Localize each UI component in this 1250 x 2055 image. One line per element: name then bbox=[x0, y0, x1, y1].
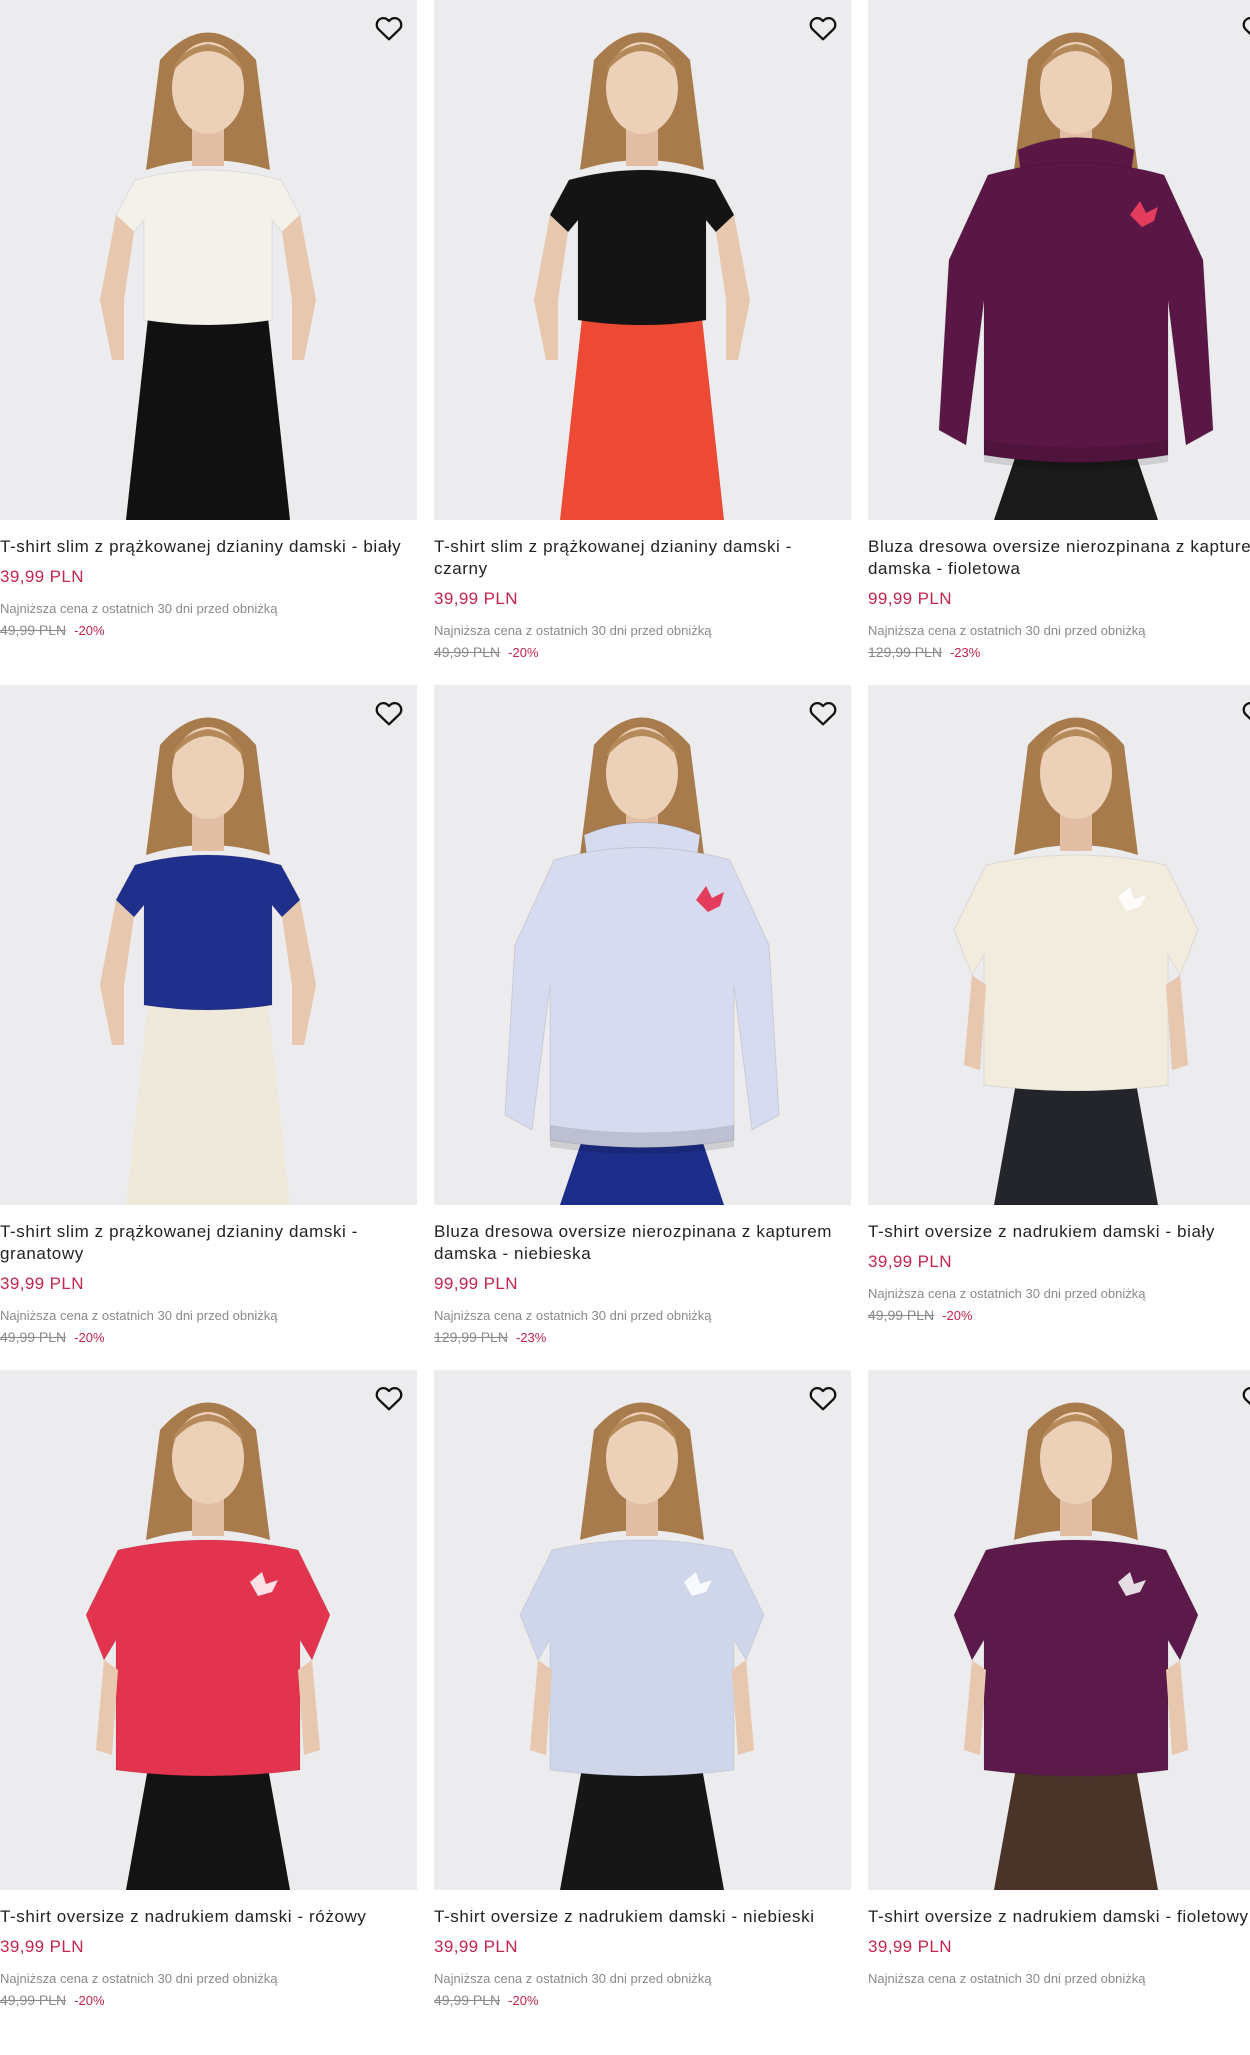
product-price: 39,99 PLN bbox=[0, 1937, 84, 1956]
product-card[interactable]: T-shirt slim z prążkowanej dzianiny dams… bbox=[0, 0, 417, 685]
lowest-price-note: Najniższa cena z ostatnich 30 dni przed … bbox=[434, 1971, 712, 1986]
old-price: 49,99 PLN bbox=[868, 1307, 935, 1323]
product-photo[interactable] bbox=[434, 685, 851, 1205]
product-price: 39,99 PLN bbox=[868, 1252, 952, 1271]
product-title[interactable]: Bluza dresowa oversize nierozpinana z ka… bbox=[434, 1221, 843, 1265]
product-info: T-shirt oversize z nadrukiem damski - bi… bbox=[868, 1205, 1250, 1325]
product-title[interactable]: T-shirt slim z prążkowanej dzianiny dams… bbox=[0, 1221, 409, 1265]
product-title[interactable]: T-shirt oversize z nadrukiem damski - fi… bbox=[868, 1906, 1250, 1928]
product-title[interactable]: T-shirt oversize z nadrukiem damski - ró… bbox=[0, 1906, 409, 1928]
old-price: 49,99 PLN bbox=[434, 644, 501, 660]
old-price-line: 129,99 PLN -23% bbox=[434, 1328, 843, 1347]
product-info: T-shirt slim z prążkowanej dzianiny dams… bbox=[0, 1205, 417, 1347]
product-info: Bluza dresowa oversize nierozpinana z ka… bbox=[434, 1205, 851, 1347]
lowest-price-note: Najniższa cena z ostatnich 30 dni przed … bbox=[434, 623, 712, 638]
product-price: 39,99 PLN bbox=[0, 1274, 84, 1293]
product-info: T-shirt slim z prążkowanej dzianiny dams… bbox=[0, 520, 417, 640]
product-photo[interactable] bbox=[868, 685, 1250, 1205]
product-card[interactable]: T-shirt oversize z nadrukiem damski - bi… bbox=[868, 685, 1250, 1370]
lowest-price-note: Najniższa cena z ostatnich 30 dni przed … bbox=[868, 1971, 1146, 1986]
old-price: 49,99 PLN bbox=[0, 622, 67, 638]
old-price-line: 49,99 PLN -20% bbox=[868, 1306, 1250, 1325]
product-title[interactable]: T-shirt slim z prążkowanej dzianiny dams… bbox=[0, 536, 409, 558]
old-price: 49,99 PLN bbox=[0, 1329, 67, 1345]
lowest-price-note: Najniższa cena z ostatnich 30 dni przed … bbox=[868, 623, 1146, 638]
lowest-price-note: Najniższa cena z ostatnich 30 dni przed … bbox=[434, 1308, 712, 1323]
product-card[interactable]: T-shirt oversize z nadrukiem damski - ró… bbox=[0, 1370, 417, 2055]
heart-outline-icon[interactable] bbox=[369, 8, 409, 48]
product-price: 99,99 PLN bbox=[434, 1274, 518, 1293]
old-price-line: 49,99 PLN -20% bbox=[0, 621, 409, 640]
old-price-line bbox=[868, 1991, 1250, 2010]
discount-badge: -20% bbox=[508, 645, 539, 660]
old-price-line: 49,99 PLN -20% bbox=[0, 1991, 409, 2010]
discount-badge: -20% bbox=[74, 623, 105, 638]
lowest-price-note: Najniższa cena z ostatnich 30 dni przed … bbox=[0, 601, 278, 616]
discount-badge: -20% bbox=[508, 1993, 539, 2008]
old-price-line: 49,99 PLN -20% bbox=[0, 1328, 409, 1347]
old-price: 49,99 PLN bbox=[434, 1992, 501, 2008]
product-photo[interactable] bbox=[868, 1370, 1250, 1890]
product-photo[interactable] bbox=[0, 0, 417, 520]
discount-badge: -20% bbox=[942, 1308, 973, 1323]
product-photo[interactable] bbox=[0, 1370, 417, 1890]
product-info: T-shirt oversize z nadrukiem damski - fi… bbox=[868, 1890, 1250, 2010]
product-photo[interactable] bbox=[434, 0, 851, 520]
lowest-price-note: Najniższa cena z ostatnich 30 dni przed … bbox=[0, 1971, 278, 1986]
discount-badge: -20% bbox=[74, 1993, 105, 2008]
discount-badge: -23% bbox=[515, 1330, 547, 1345]
product-card[interactable]: T-shirt oversize z nadrukiem damski - fi… bbox=[868, 1370, 1250, 2055]
product-price: 39,99 PLN bbox=[868, 1937, 952, 1956]
discount-badge: -20% bbox=[74, 1330, 105, 1345]
old-price-line: 129,99 PLN -23% bbox=[868, 643, 1250, 662]
heart-outline-icon[interactable] bbox=[369, 1378, 409, 1418]
heart-outline-icon[interactable] bbox=[1236, 1378, 1250, 1418]
product-card[interactable]: T-shirt slim z prążkowanej dzianiny dams… bbox=[434, 0, 851, 685]
product-price: 99,99 PLN bbox=[868, 589, 952, 608]
product-title[interactable]: T-shirt oversize z nadrukiem damski - bi… bbox=[868, 1221, 1250, 1243]
old-price: 49,99 PLN bbox=[0, 1992, 67, 2008]
lowest-price-note: Najniższa cena z ostatnich 30 dni przed … bbox=[868, 1286, 1146, 1301]
product-grid: T-shirt slim z prążkowanej dzianiny dams… bbox=[0, 0, 1250, 2055]
product-price: 39,99 PLN bbox=[434, 589, 518, 608]
product-price: 39,99 PLN bbox=[434, 1937, 518, 1956]
product-title[interactable]: T-shirt slim z prążkowanej dzianiny dams… bbox=[434, 536, 843, 580]
product-card[interactable]: T-shirt slim z prążkowanej dzianiny dams… bbox=[0, 685, 417, 1370]
product-photo[interactable] bbox=[868, 0, 1250, 520]
heart-outline-icon[interactable] bbox=[1236, 693, 1250, 733]
heart-outline-icon[interactable] bbox=[803, 1378, 843, 1418]
product-info: T-shirt slim z prążkowanej dzianiny dams… bbox=[434, 520, 851, 662]
product-info: T-shirt oversize z nadrukiem damski - ni… bbox=[434, 1890, 851, 2010]
product-card[interactable]: Bluza dresowa oversize nierozpinana z ka… bbox=[868, 0, 1250, 685]
old-price-line: 49,99 PLN -20% bbox=[434, 643, 843, 662]
product-info: T-shirt oversize z nadrukiem damski - ró… bbox=[0, 1890, 417, 2010]
lowest-price-note: Najniższa cena z ostatnich 30 dni przed … bbox=[0, 1308, 278, 1323]
product-photo[interactable] bbox=[0, 685, 417, 1205]
product-card[interactable]: Bluza dresowa oversize nierozpinana z ka… bbox=[434, 685, 851, 1370]
discount-badge: -23% bbox=[949, 645, 981, 660]
heart-outline-icon[interactable] bbox=[803, 8, 843, 48]
heart-outline-icon[interactable] bbox=[369, 693, 409, 733]
heart-outline-icon[interactable] bbox=[803, 693, 843, 733]
product-card[interactable]: T-shirt oversize z nadrukiem damski - ni… bbox=[434, 1370, 851, 2055]
product-info: Bluza dresowa oversize nierozpinana z ka… bbox=[868, 520, 1250, 662]
old-price-line: 49,99 PLN -20% bbox=[434, 1991, 843, 2010]
old-price: 129,99 PLN bbox=[868, 644, 942, 660]
product-price: 39,99 PLN bbox=[0, 567, 84, 586]
old-price: 129,99 PLN bbox=[434, 1329, 508, 1345]
heart-outline-icon[interactable] bbox=[1236, 8, 1250, 48]
product-title[interactable]: Bluza dresowa oversize nierozpinana z ka… bbox=[868, 536, 1250, 580]
product-title[interactable]: T-shirt oversize z nadrukiem damski - ni… bbox=[434, 1906, 843, 1928]
product-photo[interactable] bbox=[434, 1370, 851, 1890]
